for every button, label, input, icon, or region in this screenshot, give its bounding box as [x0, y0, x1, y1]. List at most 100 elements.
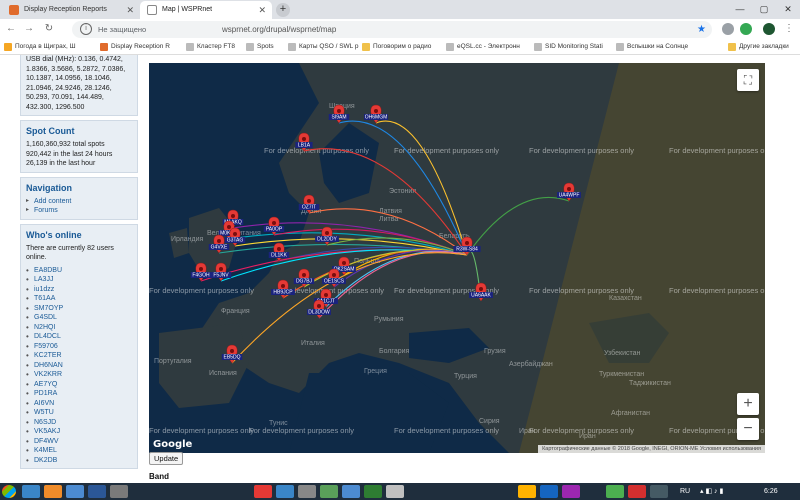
- extension-icon[interactable]: [722, 23, 734, 35]
- tab-map-wsprnet[interactable]: Map | WSPRnet ✕: [140, 1, 272, 19]
- update-button[interactable]: Update: [149, 452, 184, 465]
- online-user[interactable]: SM7OYP: [26, 304, 132, 314]
- bookmark-other-folder[interactable]: Другие закладки: [728, 40, 800, 54]
- window-close-icon[interactable]: ✕: [776, 0, 800, 19]
- tab-title: Display Reception Reports: [24, 6, 107, 13]
- clock[interactable]: 6:26: [764, 483, 778, 500]
- online-user[interactable]: G4SDL: [26, 313, 132, 323]
- chrome-taskbar-icon[interactable]: [606, 485, 624, 498]
- online-user[interactable]: PD1RA: [26, 389, 132, 399]
- app-icon[interactable]: [342, 485, 360, 498]
- map-attribution[interactable]: Картографические данные © 2018 Google, I…: [538, 445, 765, 453]
- online-user[interactable]: DK2DB: [26, 456, 132, 466]
- online-user[interactable]: LA3JJ: [26, 275, 132, 285]
- country-label: Франция: [221, 308, 250, 315]
- zoom-in-button[interactable]: +: [737, 393, 759, 415]
- online-user[interactable]: K4MEL: [26, 446, 132, 456]
- online-user[interactable]: T61AA: [26, 294, 132, 304]
- url-text[interactable]: wsprnet.org/drupal/wsprnet/map: [222, 21, 336, 38]
- google-logo[interactable]: Google: [153, 439, 192, 450]
- bookmark-item[interactable]: Вспышки на Солнце: [616, 40, 726, 54]
- nav-add-content[interactable]: Add content: [26, 197, 132, 207]
- folder-taskbar-icon[interactable]: [66, 485, 84, 498]
- online-user[interactable]: EA8DBU: [26, 266, 132, 276]
- maximize-icon[interactable]: ▢: [752, 0, 776, 19]
- dev-watermark: For development purposes only: [149, 286, 254, 295]
- windows-taskbar: RU ▴ ◧ ♪ ▮ 6:26: [0, 483, 800, 500]
- close-tab-icon[interactable]: ✕: [258, 1, 266, 19]
- online-user[interactable]: DH6NAN: [26, 361, 132, 371]
- menu-icon[interactable]: ⋮: [782, 22, 796, 36]
- app-icon[interactable]: [518, 485, 536, 498]
- bookmark-item[interactable]: Кластер FT8: [186, 40, 246, 54]
- station-callsign: F5JNV: [213, 273, 229, 279]
- app-icon[interactable]: [628, 485, 646, 498]
- address-bar[interactable]: i Не защищено wsprnet.org/drupal/wsprnet…: [72, 21, 712, 38]
- app-icon[interactable]: [540, 485, 558, 498]
- minimize-icon[interactable]: —: [728, 0, 752, 19]
- page-icon: [616, 43, 624, 51]
- online-user[interactable]: AE7YQ: [26, 380, 132, 390]
- station-callsign: EB5DQ: [224, 355, 241, 361]
- new-tab-button[interactable]: +: [276, 3, 290, 17]
- extension-check-icon[interactable]: [740, 23, 752, 35]
- app-icon[interactable]: [298, 485, 316, 498]
- bookmark-item[interactable]: Погода в Щиграх, Ш: [4, 40, 100, 54]
- app-icon[interactable]: [276, 485, 294, 498]
- pin-dot: [317, 304, 321, 308]
- online-user[interactable]: iu1dzz: [26, 285, 132, 295]
- online-user[interactable]: DL4DCL: [26, 332, 132, 342]
- app-icon[interactable]: [254, 485, 272, 498]
- tray-icons[interactable]: ▴ ◧ ♪ ▮: [700, 483, 723, 500]
- app-icon[interactable]: [364, 485, 382, 498]
- dev-watermark: For development purposes only: [394, 146, 499, 155]
- online-user[interactable]: VK5AKJ: [26, 427, 132, 437]
- app-icon[interactable]: [110, 485, 128, 498]
- nav-forums[interactable]: Forums: [26, 206, 132, 216]
- online-user[interactable]: N6SJD: [26, 418, 132, 428]
- online-user[interactable]: W5TU: [26, 408, 132, 418]
- pin-dot: [337, 109, 341, 113]
- bookmark-item[interactable]: SID Monitoring Stati: [534, 40, 612, 54]
- online-user[interactable]: N2HQI: [26, 323, 132, 333]
- pin-dot: [231, 214, 235, 218]
- app-icon[interactable]: [650, 485, 668, 498]
- country-label: Узбекистан: [604, 349, 641, 357]
- media-player-icon[interactable]: [44, 485, 62, 498]
- close-tab-icon[interactable]: ✕: [126, 1, 134, 19]
- start-button[interactable]: [2, 485, 16, 498]
- country-label: Латвия: [379, 208, 402, 215]
- fullscreen-button[interactable]: ⛶: [737, 69, 759, 91]
- app-icon[interactable]: [386, 485, 404, 498]
- station-callsign: OH6MGM: [365, 115, 388, 121]
- online-user[interactable]: KC2TER: [26, 351, 132, 361]
- online-user[interactable]: AI6VN: [26, 399, 132, 409]
- bookmark-item[interactable]: Карты QSO / SWL р: [288, 40, 362, 54]
- spot-count-block: Spot Count 1,160,360,932 total spots 920…: [20, 120, 138, 173]
- bookmark-item[interactable]: Spots: [246, 40, 288, 54]
- online-user[interactable]: F59706: [26, 342, 132, 352]
- reload-icon[interactable]: ↻: [42, 22, 56, 36]
- dev-watermark: For development purposes only: [149, 426, 254, 435]
- dev-watermark: For development purposes only: [249, 426, 354, 435]
- app-icon[interactable]: [320, 485, 338, 498]
- bookmark-star-icon[interactable]: ★: [697, 21, 706, 38]
- navigation-block: Navigation Add content Forums: [20, 176, 138, 220]
- language-indicator[interactable]: RU: [680, 483, 690, 500]
- bookmark-item[interactable]: Display Reception R: [100, 40, 186, 54]
- tab-display-reception-reports[interactable]: Display Reception Reports ✕: [2, 1, 140, 19]
- app-icon[interactable]: [88, 485, 106, 498]
- back-icon[interactable]: ←: [4, 22, 18, 36]
- map-canvas[interactable]: ШвецияЭстонияЛатвияЛитваДанияИрландияВел…: [149, 63, 765, 453]
- forward-icon[interactable]: →: [22, 22, 36, 36]
- online-user[interactable]: DF4WV: [26, 437, 132, 447]
- bookmark-item[interactable]: eQSL.cc - Электронн: [446, 40, 532, 54]
- online-user[interactable]: VK2KRR: [26, 370, 132, 380]
- explorer-icon[interactable]: [22, 485, 40, 498]
- bookmark-item[interactable]: Поговорим о радио: [362, 40, 444, 54]
- zoom-out-button[interactable]: −: [737, 418, 759, 440]
- info-icon[interactable]: i: [80, 23, 92, 35]
- app-icon[interactable]: [562, 485, 580, 498]
- spot-last24: 920,442 in the last 24 hours: [26, 150, 113, 158]
- profile-avatar[interactable]: [763, 23, 775, 35]
